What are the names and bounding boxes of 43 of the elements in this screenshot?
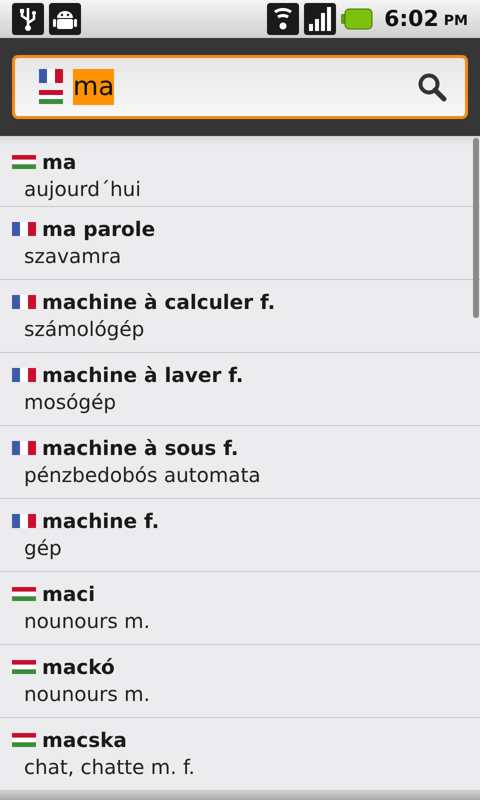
headword: mackó	[42, 654, 115, 680]
headword: macska	[42, 727, 127, 753]
search-icon[interactable]	[417, 72, 447, 102]
wifi-icon	[267, 3, 300, 35]
search-field[interactable]: ma	[12, 55, 468, 119]
headword: machine à sous f.	[42, 435, 238, 461]
translation: számológép	[23, 316, 146, 343]
headword: machine à calculer f.	[42, 289, 276, 315]
translation: chat, chatte m. f.	[23, 754, 196, 781]
headword: maci	[42, 581, 96, 607]
android-robot-icon	[49, 3, 81, 35]
hungarian-flag-icon	[12, 155, 36, 169]
result-row[interactable]: maci nounours m.	[0, 572, 480, 645]
french-flag-icon	[12, 441, 36, 455]
french-flag-icon	[12, 222, 36, 236]
usb-icon	[12, 3, 44, 35]
headword: ma	[42, 149, 76, 175]
clock-period: PM	[444, 12, 468, 30]
french-flag-icon	[12, 514, 36, 528]
hungarian-flag-icon	[12, 733, 36, 747]
french-flag-icon	[12, 295, 36, 309]
clock: 6:02	[384, 6, 439, 34]
search-text: ma	[73, 69, 114, 105]
translation: nounours m.	[23, 681, 152, 708]
translation: aujourd´hui	[23, 176, 142, 203]
headword: machine f.	[42, 508, 160, 534]
headword: machine à laver f.	[42, 362, 244, 388]
french-hungarian-flags-icon[interactable]	[39, 69, 63, 105]
translation: pénzbedobós automata	[23, 462, 262, 489]
signal-icon	[304, 3, 336, 35]
result-row[interactable]: machine à sous f. pénzbedobós automata	[0, 426, 480, 499]
battery-icon	[341, 8, 374, 30]
translation: szavamra	[23, 243, 122, 270]
result-row[interactable]: machine f. gép	[0, 499, 480, 572]
hungarian-flag-icon	[12, 660, 36, 674]
translation: gép	[23, 535, 63, 562]
translation: mosógép	[23, 389, 118, 416]
french-flag-icon	[12, 368, 36, 382]
result-row[interactable]: mackó nounours m.	[0, 645, 480, 718]
translation: nounours m.	[23, 608, 152, 635]
headword: ma parole	[42, 216, 156, 242]
hungarian-flag-icon	[12, 587, 36, 601]
result-row[interactable]: machine à laver f. mosógép	[0, 353, 480, 426]
